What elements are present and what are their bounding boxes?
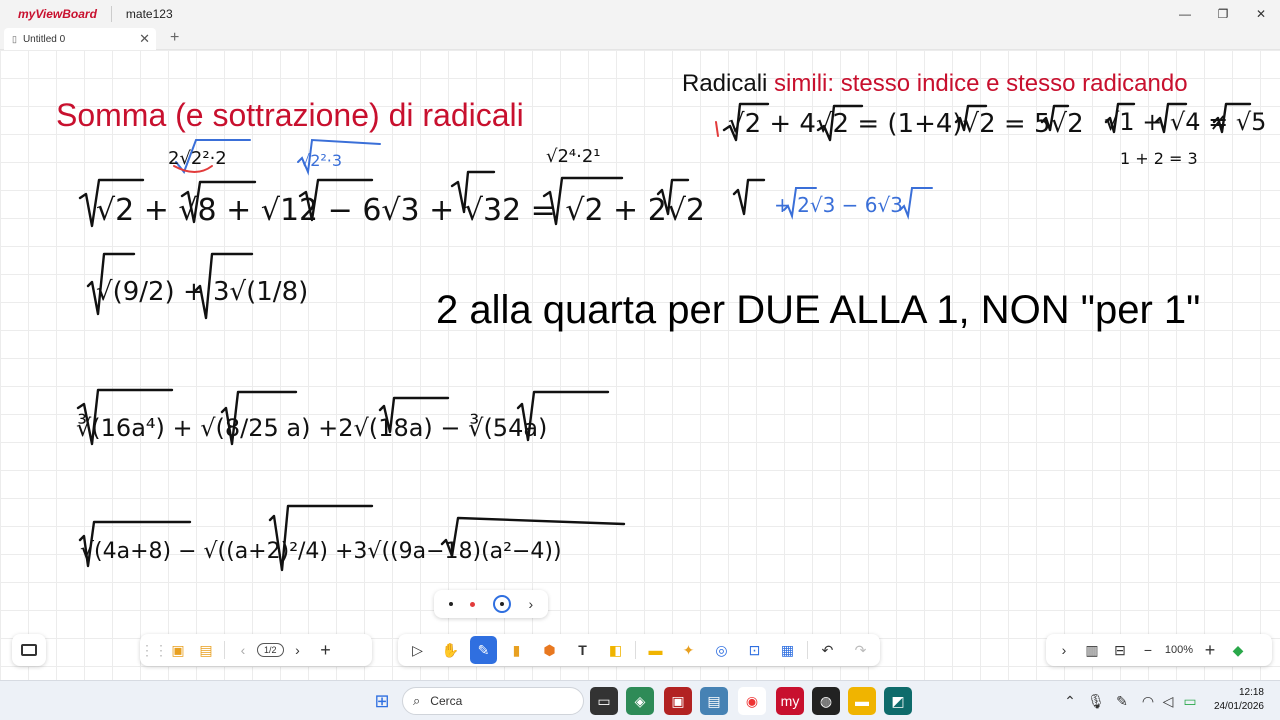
toolbar-divider	[224, 641, 225, 659]
collapse-toolbar-button[interactable]: ›	[1050, 636, 1078, 664]
hw-line4: √(4a+8) − √((a+2)²/4) +3√((9a−18)(a²−4))	[80, 539, 562, 564]
prev-page-button[interactable]: ‹	[229, 636, 257, 664]
task-view-icon[interactable]: ▭	[590, 687, 618, 715]
view-toolbar: › ▥ ⊟ − 100% + ◆	[1046, 634, 1272, 666]
pen-color-blue-selected[interactable]	[492, 595, 511, 613]
file-explorer-icon[interactable]: ▬	[848, 687, 876, 715]
clock-time: 12:18	[1238, 687, 1264, 698]
hw-counter-values: 1 + 2 = 3	[1120, 149, 1198, 168]
windows-start-icon[interactable]: ⊞	[368, 687, 396, 715]
tools-toolbar: ▷ ✋ ✎ ▮ ⬢ T ◧ ▬ ✦ ◎ ⊡ ▦ ↶ ↷	[398, 634, 880, 666]
map-icon[interactable]: ▥	[1078, 636, 1106, 664]
hw-annotation-2: √2²·3	[300, 151, 342, 170]
capture-icon	[21, 644, 37, 656]
chrome-icon[interactable]: ◉	[738, 687, 766, 715]
undo-button[interactable]: ↶	[814, 636, 841, 664]
page-toolbar: ⋮⋮ ▣ ▤ ‹ 1/2 › +	[140, 634, 372, 666]
toolbox-icon[interactable]: ▤	[192, 636, 220, 664]
search-placeholder: Cerca	[430, 694, 463, 708]
next-page-button[interactable]: ›	[284, 636, 312, 664]
ai-assistant-icon[interactable]: ◆	[1224, 636, 1252, 664]
handwriting-layer: √2 + √8 + √12 − 6√3 + √32 = √2 + 2√2 + 2…	[76, 102, 1266, 572]
eraser-icon[interactable]: ⬢	[536, 636, 563, 664]
myviewboard-taskbar-icon[interactable]: my	[776, 687, 804, 715]
page-indicator[interactable]: 1/2	[257, 643, 284, 657]
pen-tool-icon[interactable]: ✎	[470, 636, 497, 664]
clock[interactable]: 12:18 24/01/2026	[1214, 686, 1264, 714]
magic-box-icon[interactable]: ✦	[675, 636, 702, 664]
fit-screen-icon[interactable]: ⊟	[1106, 636, 1134, 664]
hw-line3: ∛(16a⁴) + √(8/25 a) +2√(18a) − ∛(54a)	[76, 413, 547, 442]
app-icon-2[interactable]: ▣	[664, 687, 692, 715]
folder-icon[interactable]: ▬	[642, 636, 669, 664]
apps-grid-icon[interactable]: ▦	[774, 636, 801, 664]
backpack-icon[interactable]: ▣	[164, 636, 192, 664]
pen-color-red[interactable]	[470, 601, 476, 607]
zoom-level[interactable]: 100%	[1162, 644, 1196, 656]
hw-line2: √(9/2) + 3√(1/8)	[96, 277, 308, 307]
redo-button[interactable]: ↷	[847, 636, 874, 664]
palette-more-button[interactable]: ›	[529, 596, 534, 612]
app-icon-1[interactable]: ◈	[626, 687, 654, 715]
screenshot-icon[interactable]: ⊡	[741, 636, 768, 664]
hw-line1-blue: + 2√3 − 6√3	[774, 193, 903, 217]
pan-hand-icon[interactable]: ✋	[437, 636, 464, 664]
drag-handle-icon[interactable]: ⋮⋮	[140, 636, 168, 664]
pen-size-small[interactable]	[448, 602, 453, 606]
taskbar-search[interactable]: ⌕ Cerca	[402, 687, 584, 715]
capture-area-button[interactable]	[12, 634, 46, 666]
app-icon-5[interactable]: ◩	[884, 687, 912, 715]
highlighter-icon[interactable]: ▮	[503, 636, 530, 664]
toolbar-divider	[635, 641, 636, 659]
select-pointer-icon[interactable]: ▷	[404, 636, 431, 664]
hw-annotation-1: 2√2²·2	[168, 148, 227, 169]
pen-color-palette: ›	[434, 590, 548, 618]
toolbar-divider	[806, 641, 808, 659]
hw-annotation-3: √2⁴·2¹	[546, 146, 601, 167]
web-browser-icon[interactable]: ◎	[708, 636, 735, 664]
hw-counter-example: √1 + √4 ≠ √5	[1104, 108, 1266, 136]
zoom-out-button[interactable]: −	[1134, 636, 1162, 664]
hw-example-sum: √2 + 4√2 = (1+4)√2 = 5√2	[728, 109, 1084, 139]
pen-tray-icon[interactable]: ✎	[1108, 687, 1136, 715]
clock-date: 24/01/2026	[1213, 701, 1264, 712]
text-tool-icon[interactable]: T	[569, 636, 596, 664]
search-icon: ⌕	[413, 693, 421, 708]
sticky-note-icon[interactable]: ◧	[602, 636, 629, 664]
microphone-icon[interactable]: 🎙	[1082, 687, 1110, 715]
zoom-in-button[interactable]: +	[1196, 636, 1224, 664]
add-page-button[interactable]: +	[312, 636, 340, 664]
app-icon-3[interactable]: ▤	[700, 687, 728, 715]
app-icon-4[interactable]: ◍	[812, 687, 840, 715]
windows-taskbar: ⊞ ⌕ Cerca ▭ ◈ ▣ ▤ ◉ my ◍ ▬ ◩ ⌃ 🎙 ✎ ◠ ◁ ▭…	[0, 680, 1280, 720]
tray-chevron-icon[interactable]: ⌃	[1056, 687, 1084, 715]
hw-line1: √2 + √8 + √12 − 6√3 + √32 = √2 + 2√2	[96, 193, 705, 228]
battery-icon[interactable]: ▭	[1176, 687, 1204, 715]
